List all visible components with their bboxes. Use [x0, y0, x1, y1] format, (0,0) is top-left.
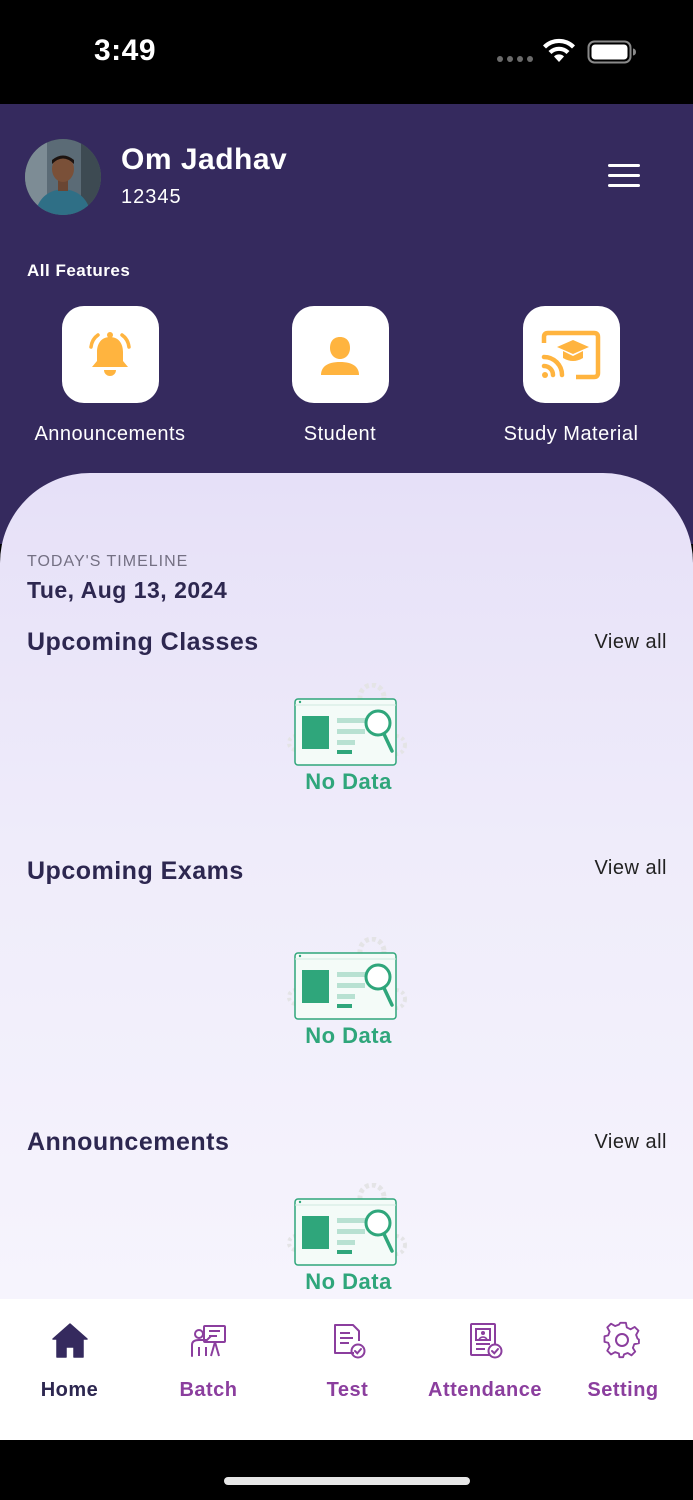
- upcoming-classes-title: Upcoming Classes: [27, 628, 259, 656]
- nav-label: Attendance: [428, 1379, 542, 1401]
- empty-state: No Data: [286, 1182, 411, 1299]
- no-data-illustration: [287, 682, 407, 766]
- status-bar: 3:49: [0, 0, 693, 104]
- no-data-illustration: [287, 936, 407, 1020]
- feature-announcements[interactable]: Announcements: [0, 306, 220, 446]
- empty-state: No Data: [286, 682, 411, 803]
- all-features-label: All Features: [27, 261, 131, 280]
- upcoming-exams-title: Upcoming Exams: [27, 857, 244, 885]
- announcements-title: Announcements: [27, 1128, 230, 1156]
- feature-label: Student: [303, 423, 377, 445]
- timeline-label: TODAY'S TIMELINE: [27, 553, 189, 570]
- attendance-icon: [470, 1323, 503, 1359]
- wifi-icon: [543, 38, 575, 62]
- feature-student[interactable]: Student: [230, 306, 450, 446]
- cellular-signal-icon: [497, 56, 533, 62]
- user-id: 12345: [121, 186, 182, 208]
- battery-icon: [587, 40, 636, 64]
- nav-test[interactable]: Test: [278, 1299, 417, 1440]
- timeline-date: Tue, Aug 13, 2024: [27, 577, 228, 603]
- feature-label: Study Material: [503, 423, 639, 445]
- cast-education-icon: [541, 330, 601, 379]
- home-indicator-bar: [0, 1440, 693, 1500]
- home-icon: [51, 1323, 88, 1358]
- menu-button[interactable]: [608, 164, 646, 192]
- empty-state: No Data: [286, 936, 411, 1057]
- home-indicator[interactable]: [224, 1477, 470, 1485]
- bottom-nav: Home Batch Test Attendance Setting: [0, 1299, 693, 1440]
- feature-study-material[interactable]: Study Material: [461, 306, 681, 446]
- upcoming-classes-view-all[interactable]: View all: [594, 631, 667, 654]
- batch-icon: [190, 1325, 226, 1357]
- test-icon: [333, 1324, 365, 1359]
- avatar[interactable]: [25, 139, 101, 215]
- person-icon: [321, 336, 359, 375]
- bell-icon: [89, 331, 131, 376]
- nav-label: Batch: [179, 1379, 238, 1401]
- menu-icon: [608, 164, 640, 167]
- user-name: Om Jadhav: [121, 143, 288, 176]
- nav-batch[interactable]: Batch: [139, 1299, 278, 1440]
- announcements-view-all[interactable]: View all: [594, 1131, 667, 1154]
- nav-home[interactable]: Home: [0, 1299, 139, 1440]
- nav-attendance[interactable]: Attendance: [417, 1299, 553, 1440]
- no-data-text: No Data: [305, 1269, 392, 1294]
- gear-icon: [603, 1321, 640, 1359]
- status-time: 3:49: [94, 34, 157, 67]
- no-data-text: No Data: [305, 769, 392, 794]
- nav-label: Setting: [587, 1379, 659, 1401]
- nav-setting[interactable]: Setting: [553, 1299, 693, 1440]
- no-data-text: No Data: [305, 1023, 392, 1048]
- no-data-illustration: [287, 1182, 407, 1266]
- nav-label: Home: [40, 1379, 99, 1401]
- timeline-panel: TODAY'S TIMELINE Tue, Aug 13, 2024 Upcom…: [0, 473, 693, 1299]
- feature-label: Announcements: [34, 423, 186, 445]
- nav-label: Test: [326, 1379, 369, 1401]
- upcoming-exams-view-all[interactable]: View all: [594, 857, 667, 880]
